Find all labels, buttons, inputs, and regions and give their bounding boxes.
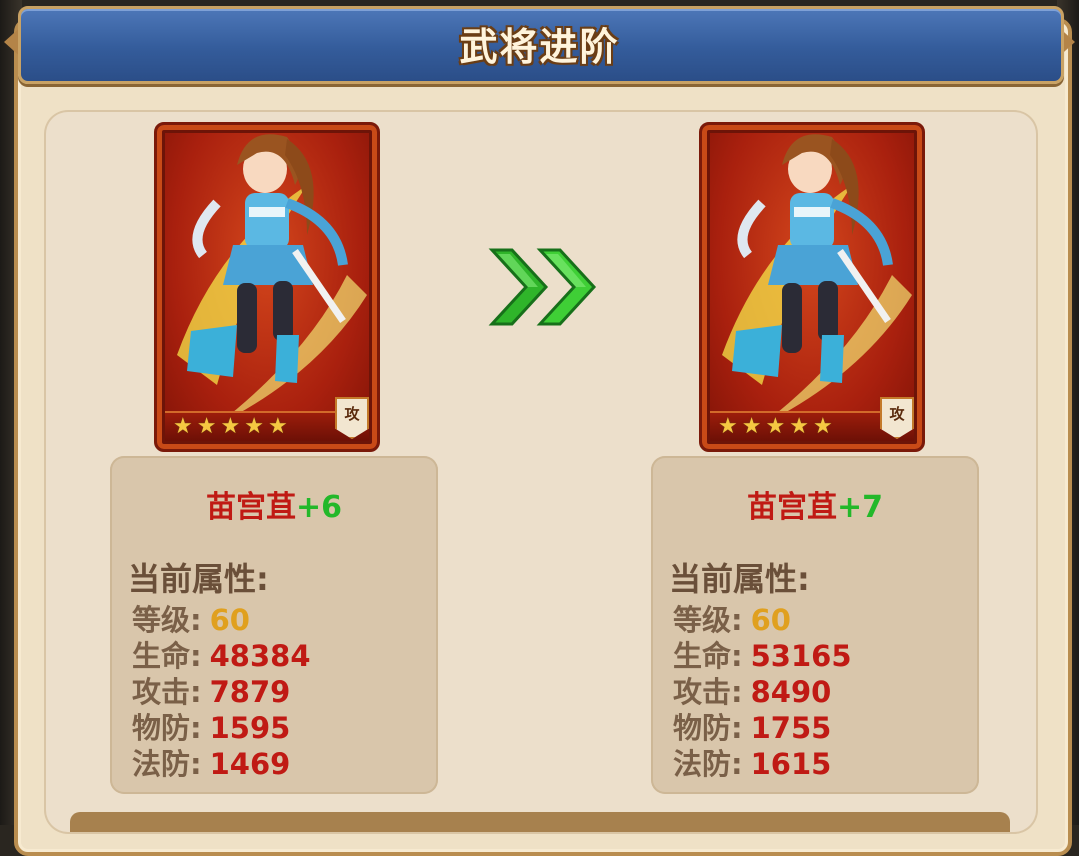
stat-phys-def: 物防: 1755 xyxy=(673,710,831,746)
advance-level: +7 xyxy=(836,490,883,525)
stat-value: 1615 xyxy=(750,747,832,781)
star-icon: ★ xyxy=(789,414,809,439)
stats-panel-before: 苗宫苴+6 当前属性: 等级: 60 生命: 48384 攻击: 7879 物防: 15… xyxy=(110,456,438,794)
stat-value: 1595 xyxy=(209,711,291,745)
stat-label: 攻击: xyxy=(132,675,202,709)
stat-label: 法防: xyxy=(132,747,202,781)
stat-value: 53165 xyxy=(750,639,852,673)
stat-label: 等级: xyxy=(673,603,743,637)
hero-name: 苗宫苴+7 xyxy=(651,482,979,526)
stat-label: 等级: xyxy=(132,603,202,637)
stat-label: 物防: xyxy=(132,711,202,745)
stat-hp: 生命: 48384 xyxy=(132,638,311,674)
star-icon: ★ xyxy=(812,414,833,439)
stat-value: 1469 xyxy=(209,747,291,781)
stat-value: 60 xyxy=(750,603,791,637)
stat-label: 攻击: xyxy=(673,675,743,709)
attributes-heading: 当前属性: xyxy=(669,560,810,598)
star-icon: ★ xyxy=(173,414,193,439)
stat-phys-def: 物防: 1595 xyxy=(132,710,290,746)
double-chevron-right-icon xyxy=(488,248,597,326)
stat-value: 60 xyxy=(209,603,250,637)
stat-level: 等级: 60 xyxy=(132,602,250,638)
stat-hp: 生命: 53165 xyxy=(673,638,852,674)
stats-panel-after: 苗宫苴+7 当前属性: 等级: 60 生命: 53165 攻击: 8490 物防: 17… xyxy=(651,456,979,794)
hero-name-text: 苗宫苴 xyxy=(205,490,296,525)
star-icon: ★ xyxy=(220,414,241,439)
stat-magic-def: 法防: 1469 xyxy=(132,746,290,782)
bottom-section-edge xyxy=(70,812,1010,832)
star-icon: ★ xyxy=(267,414,288,439)
page-title: 武将进阶 xyxy=(459,25,620,69)
hero-name-text: 苗宫苴 xyxy=(746,490,837,525)
star-icon: ★ xyxy=(244,414,264,439)
hero-card-before[interactable]: ★ ★ ★ ★ ★ 攻 xyxy=(154,122,380,452)
stat-attack: 攻击: 8490 xyxy=(673,674,831,710)
stat-label: 物防: xyxy=(673,711,743,745)
stat-level: 等级: 60 xyxy=(673,602,791,638)
stat-label: 生命: xyxy=(132,639,202,673)
stat-attack: 攻击: 7879 xyxy=(132,674,290,710)
hero-name: 苗宫苴+6 xyxy=(110,482,438,526)
stat-magic-def: 法防: 1615 xyxy=(673,746,831,782)
star-icon: ★ xyxy=(741,414,762,439)
advance-level: +6 xyxy=(295,490,342,525)
star-icon: ★ xyxy=(765,414,786,439)
stat-label: 法防: xyxy=(673,747,743,781)
stat-value: 7879 xyxy=(209,675,291,709)
star-icon: ★ xyxy=(196,414,217,439)
star-icon: ★ xyxy=(718,414,738,439)
stat-value: 8490 xyxy=(750,675,832,709)
stat-value: 48384 xyxy=(209,639,311,673)
hero-card-after[interactable]: ★ ★ ★ ★ ★ 攻 xyxy=(699,122,925,452)
stat-value: 1755 xyxy=(750,711,832,745)
attributes-heading: 当前属性: xyxy=(128,560,269,598)
stat-label: 生命: xyxy=(673,639,743,673)
